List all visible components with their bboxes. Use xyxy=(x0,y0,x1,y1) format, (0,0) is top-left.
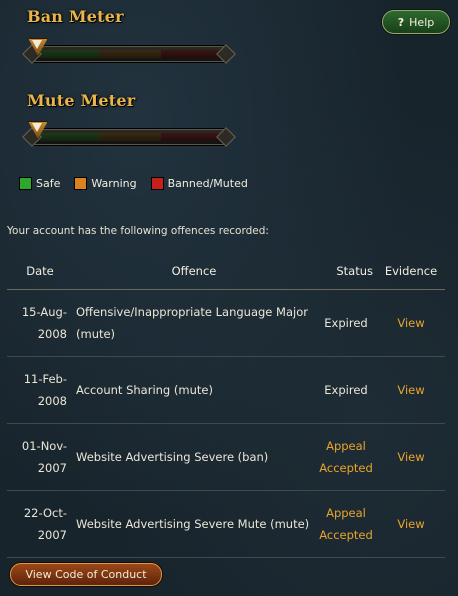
table-row: 11-Feb- 2008 Account Sharing (mute) Expir… xyxy=(7,356,445,424)
help-button[interactable]: ? Help xyxy=(382,10,450,34)
offences-intro-text: Your account has the following offences … xyxy=(7,225,269,237)
row-offence: Website Advertising Severe (ban) xyxy=(73,423,315,491)
legend-item-banned: Banned/Muted xyxy=(150,177,248,190)
table-row: 01-Nov- 2007 Website Advertising Severe (… xyxy=(7,423,445,491)
offences-table: Date Offence Status Evidence 15-Aug- 2008… xyxy=(7,253,445,558)
row-date: 15-Aug- 2008 xyxy=(7,289,73,357)
row-offence: Offensive/Inappropriate Language Major (m… xyxy=(73,289,315,357)
header-status: Status xyxy=(315,253,377,290)
warning-swatch-icon xyxy=(74,177,88,190)
row-status: Appeal Accepted xyxy=(315,490,377,558)
mute-meter xyxy=(20,121,236,151)
help-icon: ? xyxy=(397,15,405,29)
meter-legend: Safe Warning Banned/Muted xyxy=(19,177,248,190)
row-date: 11-Feb- 2008 xyxy=(7,356,73,424)
safe-swatch-icon xyxy=(19,177,32,190)
row-date: 22-Oct- 2007 xyxy=(7,490,73,558)
view-evidence-link[interactable]: View xyxy=(397,316,424,330)
legend-item-warning: Warning xyxy=(74,177,137,190)
header-offence: Offence xyxy=(73,253,315,290)
ban-meter xyxy=(20,38,236,68)
help-label: Help xyxy=(409,15,435,29)
view-evidence-link[interactable]: View xyxy=(397,517,424,531)
row-offence: Website Advertising Severe Mute (mute) xyxy=(73,490,315,558)
header-evidence: Evidence xyxy=(377,253,445,290)
row-status: Expired xyxy=(315,356,377,424)
row-status: Expired xyxy=(315,289,377,357)
legend-item-safe: Safe xyxy=(19,177,60,190)
view-evidence-link[interactable]: View xyxy=(397,450,424,464)
table-header-row: Date Offence Status Evidence xyxy=(7,253,445,290)
row-date: 01-Nov- 2007 xyxy=(7,423,73,491)
mute-meter-title: Mute Meter xyxy=(27,91,136,110)
ban-meter-title: Ban Meter xyxy=(27,7,124,26)
view-evidence-link[interactable]: View xyxy=(397,383,424,397)
table-row: 15-Aug- 2008 Offensive/Inappropriate Lang… xyxy=(7,289,445,357)
view-code-of-conduct-button[interactable]: View Code of Conduct xyxy=(10,563,162,586)
table-row: 22-Oct- 2007 Website Advertising Severe M… xyxy=(7,490,445,558)
banned-swatch-icon xyxy=(150,177,164,190)
row-status: Appeal Accepted xyxy=(315,423,377,491)
row-offence: Account Sharing (mute) xyxy=(73,356,315,424)
header-date: Date xyxy=(7,253,73,290)
